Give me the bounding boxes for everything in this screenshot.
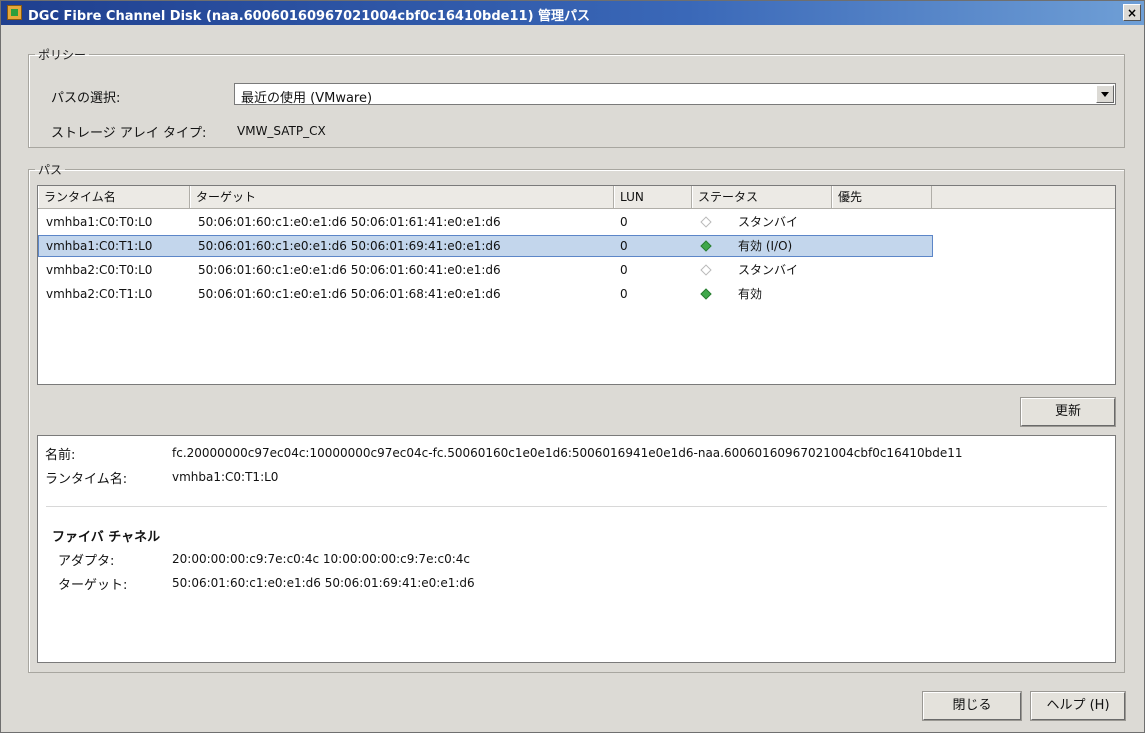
close-window-button[interactable]: × xyxy=(1123,4,1141,21)
fibre-channel-heading: ファイバ チャネル xyxy=(52,530,161,545)
window-title: DGC Fibre Channel Disk (naa.600601609670… xyxy=(28,9,591,24)
cell-status: 有効 xyxy=(738,287,763,301)
cell-target: 50:06:01:60:c1:e0:e1:d6 50:06:01:68:41:e… xyxy=(198,287,501,301)
chevron-down-icon[interactable] xyxy=(1096,85,1114,103)
table-header: ランタイム名 ターゲット LUN ステータス 優先 xyxy=(38,186,1115,209)
paths-table[interactable]: ランタイム名 ターゲット LUN ステータス 優先 vmhba1:C0:T0:L… xyxy=(37,185,1116,385)
cell-lun: 0 xyxy=(620,215,628,229)
adapter-label: アダプタ: xyxy=(58,554,115,569)
path-select-dropdown[interactable]: 最近の使用 (VMware) xyxy=(234,83,1116,106)
close-button[interactable]: 閉じる xyxy=(922,691,1022,721)
cell-runtime-name: vmhba2:C0:T1:L0 xyxy=(46,287,153,301)
table-row[interactable]: vmhba2:C0:T1:L0 50:06:01:60:c1:e0:e1:d6 … xyxy=(38,283,1115,305)
help-button[interactable]: ヘルプ (H) xyxy=(1030,691,1126,721)
detail-name-value: fc.20000000c97ec04c:10000000c97ec04c-fc.… xyxy=(172,446,963,460)
cell-runtime-name: vmhba1:C0:T1:L0 xyxy=(46,239,153,253)
paths-legend: パス xyxy=(38,163,63,177)
table-row[interactable]: vmhba2:C0:T0:L0 50:06:01:60:c1:e0:e1:d6 … xyxy=(38,259,1115,281)
standby-diamond-icon xyxy=(700,216,712,228)
manage-paths-dialog: DGC Fibre Channel Disk (naa.600601609670… xyxy=(0,0,1145,733)
standby-diamond-icon xyxy=(700,264,712,276)
cell-lun: 0 xyxy=(620,263,628,277)
cell-status: 有効 (I/O) xyxy=(738,239,793,253)
column-header-target[interactable]: ターゲット xyxy=(190,186,614,208)
cell-runtime-name: vmhba1:C0:T0:L0 xyxy=(46,215,153,229)
detail-name-label: 名前: xyxy=(45,448,76,463)
column-header-status[interactable]: ステータス xyxy=(692,186,832,208)
adapter-value: 20:00:00:00:c9:7e:c0:4c 10:00:00:00:c9:7… xyxy=(172,552,471,566)
cell-target: 50:06:01:60:c1:e0:e1:d6 50:06:01:61:41:e… xyxy=(198,215,501,229)
cell-target: 50:06:01:60:c1:e0:e1:d6 50:06:01:69:41:e… xyxy=(198,239,501,253)
target-value: 50:06:01:60:c1:e0:e1:d6 50:06:01:69:41:e… xyxy=(172,576,475,590)
detail-runtime-value: vmhba1:C0:T1:L0 xyxy=(172,470,279,484)
cell-lun: 0 xyxy=(620,287,628,301)
detail-runtime-label: ランタイム名: xyxy=(45,472,128,487)
refresh-button[interactable]: 更新 xyxy=(1020,397,1116,427)
table-row[interactable]: vmhba1:C0:T0:L0 50:06:01:60:c1:e0:e1:d6 … xyxy=(38,211,1115,233)
app-icon xyxy=(7,5,22,20)
title-bar[interactable]: DGC Fibre Channel Disk (naa.600601609670… xyxy=(1,1,1144,25)
cell-runtime-name: vmhba2:C0:T0:L0 xyxy=(46,263,153,277)
path-select-label: パスの選択: xyxy=(51,91,121,106)
storage-array-type-label: ストレージ アレイ タイプ: xyxy=(51,126,207,141)
active-diamond-icon xyxy=(700,240,712,252)
target-label: ターゲット: xyxy=(58,578,128,593)
path-select-value: 最近の使用 (VMware) xyxy=(241,91,373,106)
storage-array-type-value: VMW_SATP_CX xyxy=(237,124,326,138)
policy-legend: ポリシー xyxy=(38,48,87,62)
cell-status: スタンバイ xyxy=(738,215,799,229)
divider xyxy=(46,506,1107,507)
cell-status: スタンバイ xyxy=(738,263,799,277)
column-header-lun[interactable]: LUN xyxy=(614,186,692,208)
cell-target: 50:06:01:60:c1:e0:e1:d6 50:06:01:60:41:e… xyxy=(198,263,501,277)
table-row-selected[interactable]: vmhba1:C0:T1:L0 50:06:01:60:c1:e0:e1:d6 … xyxy=(38,235,933,257)
column-header-preferred[interactable]: 優先 xyxy=(832,186,932,208)
path-details-panel: 名前: fc.20000000c97ec04c:10000000c97ec04c… xyxy=(37,435,1116,663)
active-diamond-icon xyxy=(700,288,712,300)
column-header-runtime-name[interactable]: ランタイム名 xyxy=(38,186,190,208)
cell-lun: 0 xyxy=(620,239,628,253)
